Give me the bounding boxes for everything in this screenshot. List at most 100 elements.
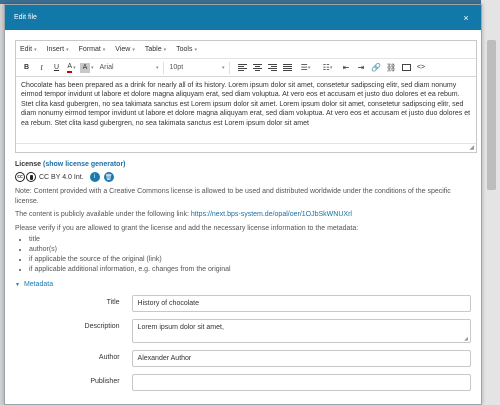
- align-center-button[interactable]: [251, 61, 264, 74]
- align-right-button[interactable]: [266, 61, 279, 74]
- page-scrollbar[interactable]: [481, 0, 500, 405]
- editor-content-area[interactable]: Chocolate has been prepared as a drink f…: [16, 77, 476, 143]
- publisher-label: Publisher: [90, 378, 120, 385]
- author-label: Author: [98, 354, 120, 361]
- outdent-icon: ⇤: [342, 63, 350, 72]
- code-icon: <>: [416, 64, 426, 71]
- title-label: Title: [106, 299, 120, 306]
- menu-tools-label: Tools: [176, 46, 193, 53]
- menu-insert-label: Insert: [46, 46, 65, 53]
- publisher-row: Publisher: [15, 374, 471, 391]
- edit-file-modal: Edit file × Edit ▾ Insert ▾ Format ▾ View ▾ …: [4, 4, 482, 405]
- menu-edit[interactable]: Edit ▾: [20, 46, 37, 53]
- list-item: title: [29, 235, 471, 245]
- outdent-button[interactable]: ⇤: [340, 61, 353, 74]
- description-textarea[interactable]: Lorem ipsum dolor sit amet, ◢: [131, 319, 471, 343]
- cc-icon: cc: [15, 172, 25, 182]
- metadata-toggle[interactable]: ▼ Metadata: [15, 281, 471, 288]
- align-left-icon: [237, 64, 247, 71]
- underline-button[interactable]: U: [50, 61, 63, 74]
- chevron-down-icon: ▾: [222, 64, 225, 71]
- align-center-icon: [252, 64, 262, 71]
- author-input[interactable]: Alexander Author: [131, 350, 471, 367]
- menu-tools[interactable]: Tools ▾: [176, 46, 197, 53]
- resize-handle-icon[interactable]: ◢: [464, 336, 468, 342]
- indent-button[interactable]: ⇥: [355, 61, 368, 74]
- menu-table-label: Table: [144, 46, 162, 53]
- unlink-button[interactable]: ⛓: [385, 61, 398, 74]
- license-requirements-list: title author(s) if applicable the source…: [29, 235, 471, 275]
- chevron-down-icon: ▾: [102, 46, 106, 53]
- font-family-value: Arial: [99, 64, 114, 71]
- chevron-down-icon: ▾: [91, 64, 94, 71]
- title-input[interactable]: History of chocolate: [131, 295, 471, 312]
- justify-button[interactable]: [281, 61, 294, 74]
- license-heading-label: License: [15, 161, 42, 168]
- menu-view[interactable]: View ▾: [115, 46, 135, 53]
- chevron-down-icon: ▾: [163, 46, 167, 53]
- bold-button[interactable]: B: [20, 61, 33, 74]
- scrollbar-thumb[interactable]: [487, 40, 496, 190]
- license-section: License (show license generator) cc CC B…: [15, 161, 471, 275]
- menu-view-label: View: [115, 46, 131, 53]
- numbered-list-button[interactable]: ☷ ▾: [318, 61, 338, 74]
- menu-format[interactable]: Format ▾: [79, 46, 106, 53]
- font-size-select[interactable]: 10pt ▾: [169, 61, 230, 74]
- license-delete-button[interactable]: 🗑: [103, 172, 114, 182]
- attribution-icon: [26, 172, 36, 182]
- numbered-list-icon: ☷: [322, 63, 330, 72]
- metadata-toggle-label: Metadata: [23, 281, 54, 288]
- note-text: Content provided with a Creative Commons…: [15, 188, 451, 205]
- caret-down-icon: ▼: [15, 281, 20, 288]
- list-item: if applicable the source of the original…: [29, 255, 471, 265]
- description-label: Description: [84, 323, 120, 330]
- chevron-down-icon: ▾: [34, 46, 37, 53]
- public-link-text: The content is publicly available under …: [15, 210, 471, 220]
- text-color-button[interactable]: A ▾: [65, 61, 78, 74]
- public-text: The content is publicly available under …: [15, 211, 189, 218]
- font-size-value: 10pt: [169, 64, 184, 71]
- menu-insert[interactable]: Insert ▾: [47, 46, 69, 53]
- image-button[interactable]: [400, 61, 413, 74]
- chevron-down-icon: ▾: [307, 64, 311, 71]
- editor-menubar: Edit ▾ Insert ▾ Format ▾ View ▾ Table ▾ Tools…: [16, 41, 476, 59]
- link-icon: 🔗: [371, 63, 381, 72]
- align-right-icon: [267, 64, 277, 71]
- public-link[interactable]: https://next.bps-system.de/opal/oer/1OJb…: [191, 211, 352, 218]
- link-button[interactable]: 🔗: [370, 61, 383, 74]
- menu-table[interactable]: Table ▾: [145, 46, 166, 53]
- modal-header: Edit file ×: [5, 5, 481, 30]
- chevron-down-icon: ▾: [194, 46, 197, 53]
- bullet-list-icon: ☰: [300, 63, 308, 72]
- align-left-button[interactable]: [236, 61, 249, 74]
- modal-body: Edit ▾ Insert ▾ Format ▾ View ▾ Table ▾ Tools…: [5, 30, 481, 391]
- text-color-icon: A: [67, 63, 73, 73]
- unlink-icon: ⛓: [385, 63, 397, 72]
- list-item: if applicable additional information, e.…: [29, 265, 471, 275]
- modal-title: Edit file: [14, 14, 37, 21]
- font-family-select[interactable]: Arial ▾: [99, 61, 164, 74]
- background-color-button[interactable]: A ▾: [80, 61, 94, 74]
- license-generator-link[interactable]: (show license generator): [43, 161, 125, 168]
- close-button[interactable]: ×: [460, 12, 472, 24]
- description-value: Lorem ipsum dolor sit amet,: [137, 324, 224, 331]
- license-heading: License (show license generator): [15, 161, 471, 168]
- justify-icon: [282, 64, 292, 71]
- bullet-list-button[interactable]: ☰ ▾: [296, 61, 316, 74]
- chevron-down-icon: ▾: [66, 46, 69, 53]
- indent-icon: ⇥: [357, 63, 365, 72]
- rich-text-editor: Edit ▾ Insert ▾ Format ▾ View ▾ Table ▾ Tools…: [15, 40, 477, 153]
- chevron-down-icon: ▾: [73, 64, 76, 71]
- title-row: Title History of chocolate: [15, 295, 471, 312]
- author-row: Author Alexander Author: [15, 350, 471, 367]
- chevron-down-icon: ▾: [132, 46, 135, 53]
- editor-statusbar: ◢: [16, 143, 476, 152]
- publisher-input[interactable]: [131, 374, 471, 391]
- license-info-button[interactable]: i: [89, 172, 100, 182]
- resize-handle-icon[interactable]: ◢: [469, 144, 474, 151]
- license-row: cc CC BY 4.0 Int. i 🗑: [15, 171, 471, 183]
- editor-toolbar: B I U A ▾ A ▾ Arial ▾ 10pt ▾ ☰ ▾ ☷ ▾ ⇤ ⇥ 🔗 ⛓ <…: [16, 59, 476, 77]
- italic-button[interactable]: I: [35, 61, 48, 74]
- description-row: Description Lorem ipsum dolor sit amet, ◢: [15, 319, 471, 343]
- code-button[interactable]: <>: [415, 61, 428, 74]
